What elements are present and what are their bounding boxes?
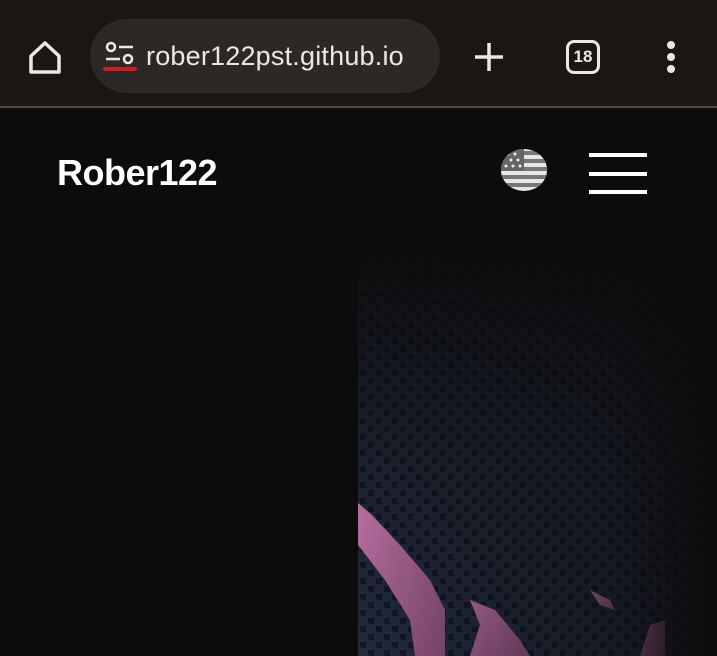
hero-pixel-art	[358, 240, 717, 656]
url-text[interactable]: rober122pst.github.io	[146, 41, 404, 72]
address-bar[interactable]: rober122pst.github.io	[90, 19, 440, 93]
browser-toolbar: rober122pst.github.io 18	[0, 0, 717, 108]
tab-switcher-button[interactable]: 18	[566, 40, 600, 74]
site-settings-icon[interactable]	[103, 41, 137, 71]
home-icon[interactable]	[26, 38, 64, 76]
new-tab-icon[interactable]	[472, 40, 506, 74]
site-logo[interactable]: Rober122	[57, 152, 218, 194]
more-options-icon[interactable]	[665, 40, 677, 74]
us-flag-icon[interactable]	[500, 148, 548, 192]
hamburger-menu-icon[interactable]	[589, 153, 647, 195]
